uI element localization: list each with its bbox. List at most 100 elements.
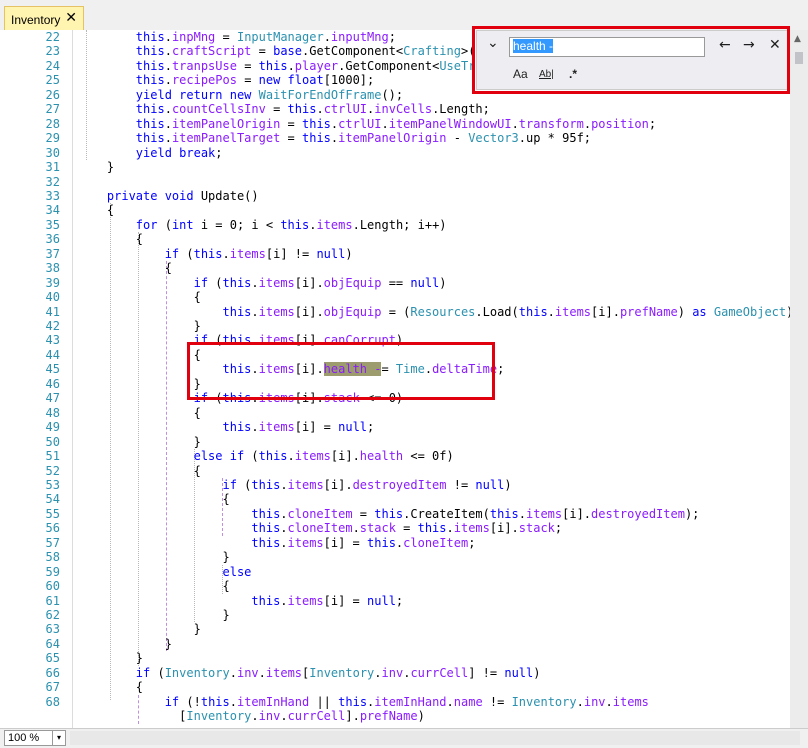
code-text[interactable]: {: [78, 680, 143, 695]
code-text[interactable]: this.itemPanelOrigin = this.ctrlUI.itemP…: [78, 117, 656, 132]
code-token: itemPanelOrigin: [171, 116, 281, 131]
code-text[interactable]: }: [78, 435, 201, 450]
code-text[interactable]: this.inpMng = InputManager.inputMng;: [78, 30, 396, 45]
code-token: }: [78, 319, 201, 333]
code-token: {: [78, 492, 230, 507]
code-token: Inventory: [309, 665, 375, 680]
code-text[interactable]: yield break;: [78, 146, 223, 161]
code-token: as: [692, 304, 714, 319]
line-number: 34: [45, 203, 60, 218]
code-token: this: [222, 275, 252, 290]
code-text[interactable]: [Inventory.inv.currCell].prefName): [78, 709, 425, 724]
zoom-select[interactable]: 100 % ▾: [4, 730, 66, 746]
code-text[interactable]: {: [78, 203, 114, 218]
code-text[interactable]: this.items[i] = null;: [78, 594, 403, 609]
code-text[interactable]: if (!this.itemInHand || this.itemInHand.…: [78, 695, 649, 710]
code-text[interactable]: this.items[i] = null;: [78, 420, 375, 435]
code-token: items: [316, 217, 353, 232]
code-token: ;: [395, 593, 404, 608]
code-token: this: [251, 535, 281, 550]
code-text[interactable]: if (this.items[i].objEquip == null): [78, 276, 447, 291]
highlight-box-line45: [187, 342, 495, 400]
line-number: 53: [45, 477, 60, 492]
code-token: .: [280, 506, 288, 521]
code-text[interactable]: {: [78, 406, 201, 421]
code-text[interactable]: if (Inventory.inv.items[Inventory.inv.cu…: [78, 666, 541, 681]
close-icon[interactable]: ✕: [65, 9, 77, 26]
code-text[interactable]: }: [78, 377, 201, 392]
code-text[interactable]: this.craftScript = base.GetComponent<Cra…: [78, 44, 490, 59]
line-number: 59: [45, 564, 60, 579]
code-text[interactable]: {: [78, 579, 229, 594]
code-token: if: [135, 665, 151, 680]
code-text[interactable]: this.items[i] = this.cloneItem;: [78, 536, 475, 551]
scroll-up-icon[interactable]: ▲: [794, 34, 801, 44]
code-token: craftScript: [171, 44, 252, 59]
code-text[interactable]: }: [78, 622, 201, 637]
code-text[interactable]: this.items[i].objEquip = (Resources.Load…: [78, 305, 801, 320]
code-token: itemInHand: [236, 694, 310, 709]
code-text[interactable]: else: [78, 565, 252, 580]
code-text[interactable]: private void Update(): [78, 189, 259, 204]
code-text[interactable]: this.tranpsUse = this.player.GetComponen…: [78, 59, 497, 74]
code-text[interactable]: this.cloneItem = this.CreateItem(this.it…: [78, 507, 699, 522]
code-text[interactable]: else if (this.items[i].health <= 0f): [78, 449, 454, 464]
code-text[interactable]: {: [78, 261, 172, 276]
line-number: 52: [45, 463, 60, 478]
code-text[interactable]: {: [78, 232, 143, 247]
code-text[interactable]: }: [78, 550, 229, 565]
code-text[interactable]: this.cloneItem.stack = this.items[i].sta…: [78, 521, 562, 536]
code-token: cloneItem: [287, 521, 353, 536]
code-text[interactable]: }: [78, 651, 143, 666]
code-token: ): [677, 304, 693, 319]
line-number: 37: [45, 246, 60, 261]
code-text[interactable]: yield return new WaitForEndOfFrame();: [78, 88, 403, 103]
code-text[interactable]: for (int i = 0; i < this.items.Length; i…: [78, 218, 447, 233]
code-token: destroyedItem: [352, 477, 447, 492]
code-token: .: [518, 506, 526, 521]
code-token: .: [323, 30, 331, 44]
code-token: .: [229, 694, 237, 709]
code-text[interactable]: if (this.items[i] != null): [78, 247, 353, 262]
code-token: =: [236, 73, 259, 88]
code-token: this: [135, 73, 165, 88]
code-text[interactable]: this.recipePos = new float[1000];: [78, 73, 374, 88]
code-line: 36 {: [0, 232, 808, 247]
line-number: 27: [45, 102, 60, 117]
code-token: ctrlUI: [323, 102, 368, 117]
code-token: ;: [554, 521, 563, 536]
code-token: =: [215, 30, 237, 44]
code-token: [1000];: [323, 73, 375, 88]
code-token: int: [171, 217, 194, 232]
vertical-scrollbar[interactable]: ▲: [790, 30, 808, 728]
code-text[interactable]: }: [78, 637, 172, 652]
code-text[interactable]: }: [78, 608, 229, 623]
code-token: this: [135, 58, 165, 73]
horizontal-scrollbar[interactable]: [70, 731, 800, 745]
line-number: 48: [45, 405, 60, 420]
code-text[interactable]: }: [78, 319, 201, 334]
code-text[interactable]: {: [78, 492, 230, 507]
code-token: items: [258, 275, 295, 290]
tab-inventory[interactable]: Inventory ✕: [4, 6, 84, 30]
code-text[interactable]: {: [78, 464, 201, 479]
code-token: .GetComponent<: [338, 58, 440, 73]
code-token: ;: [388, 30, 396, 44]
code-token: .: [164, 116, 172, 131]
code-text[interactable]: {: [78, 348, 201, 363]
code-text[interactable]: this.itemPanelTarget = this.itemPanelOri…: [78, 131, 591, 146]
code-text[interactable]: }: [78, 160, 114, 175]
code-text[interactable]: if (this.items[i].destroyedItem != null): [78, 478, 512, 493]
code-token: .: [258, 665, 266, 680]
code-line: 59 else: [0, 565, 808, 580]
code-text[interactable]: {: [78, 290, 201, 305]
code-text[interactable]: this.countCellsInv = this.ctrlUI.invCell…: [78, 102, 490, 117]
scrollbar-thumb[interactable]: [795, 52, 803, 64]
code-line: 42 }: [0, 319, 808, 334]
code-token: ||: [309, 694, 339, 709]
dropdown-arrow-icon[interactable]: ▾: [52, 731, 65, 745]
